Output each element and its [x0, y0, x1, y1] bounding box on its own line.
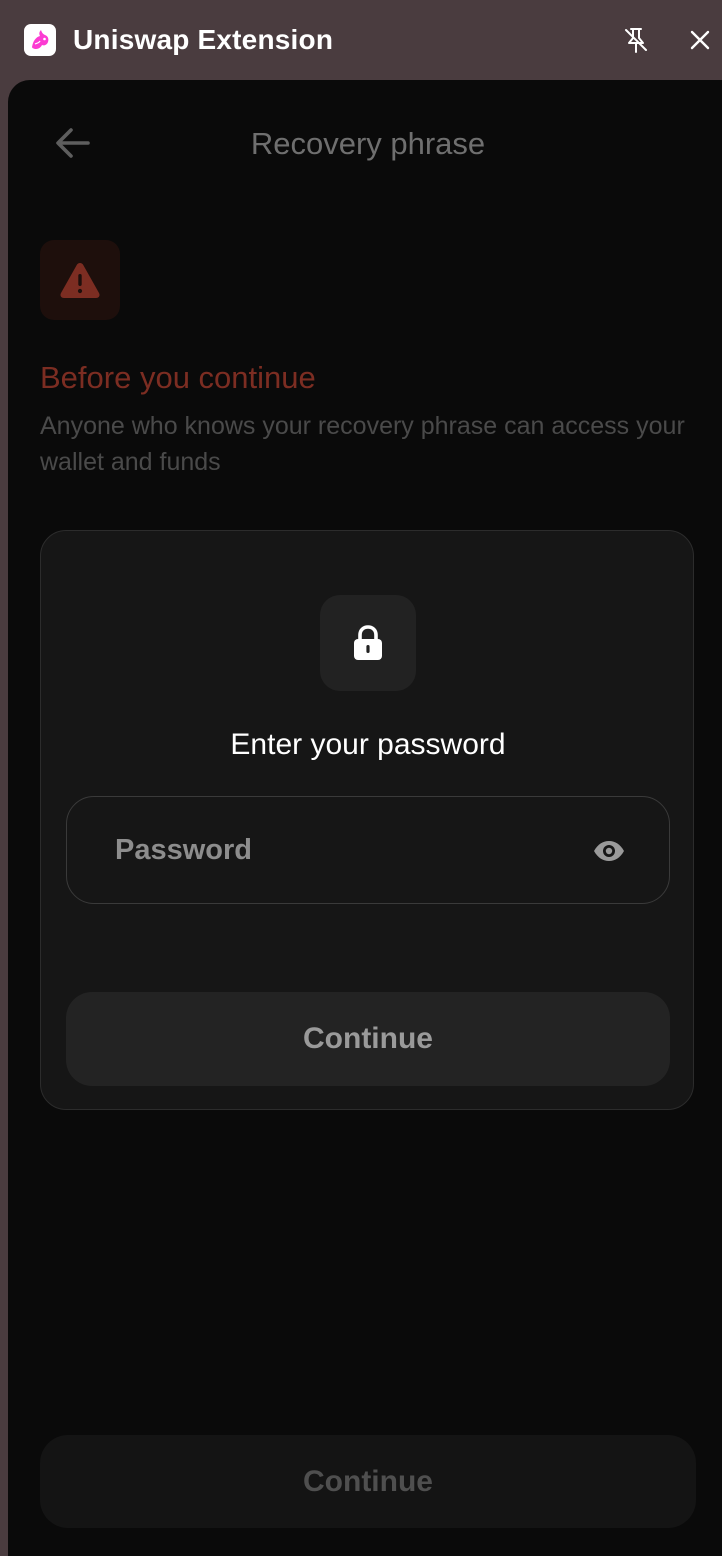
uniswap-logo-icon — [24, 24, 56, 56]
continue-button[interactable]: Continue — [40, 1435, 696, 1528]
warning-triangle-icon — [60, 263, 100, 298]
lock-badge — [320, 595, 416, 691]
page-title: Recovery phrase — [250, 126, 486, 161]
warning-title: Before you continue — [40, 360, 316, 395]
password-card: Enter your password Continue — [40, 530, 694, 1110]
password-input[interactable] — [115, 827, 575, 873]
warning-description: Anyone who knows your recovery phrase ca… — [40, 412, 685, 476]
warning-badge — [40, 240, 120, 320]
eye-icon[interactable] — [589, 831, 629, 871]
password-prompt-title: Enter your password — [230, 728, 506, 761]
extension-window: Recovery phrase Before you continue Anyo… — [8, 80, 722, 1556]
close-icon[interactable] — [682, 22, 718, 58]
lock-icon — [354, 625, 382, 660]
card-continue-button[interactable]: Continue — [66, 992, 670, 1086]
password-field[interactable] — [66, 796, 670, 904]
unpin-icon[interactable] — [618, 22, 654, 58]
extension-titlebar: Uniswap Extension — [0, 0, 722, 80]
app-title: Uniswap Extension — [73, 24, 334, 55]
